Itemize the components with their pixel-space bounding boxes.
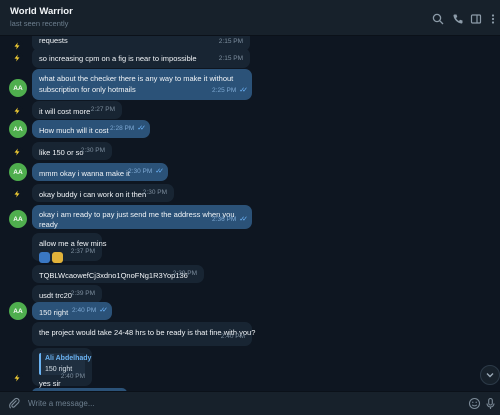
message-bubble[interactable]: 150 right 2:40 PM ✓✓	[32, 302, 112, 320]
message-time: 2:15 PM	[218, 55, 243, 62]
message-time: 2:30 PM	[80, 147, 105, 154]
user-avatar[interactable]: AA	[9, 302, 27, 320]
bolt-icon	[14, 54, 20, 62]
bolt-icon	[14, 374, 20, 382]
message-bubble[interactable]: Ali Abdelhady 150 right yes sir 2:40 PM	[32, 348, 92, 388]
contact-avatar[interactable]	[11, 372, 23, 384]
message-text: what about the checker there is any way …	[39, 74, 234, 94]
message-text: like 150 or so	[39, 148, 84, 157]
chevron-down-icon	[486, 373, 494, 378]
chat-title[interactable]: World Warrior	[10, 6, 73, 17]
contact-avatar[interactable]	[11, 105, 23, 117]
message-text: 150 right	[39, 308, 69, 317]
message-bubble[interactable]: like 150 or so 2:30 PM	[32, 142, 112, 160]
message-bubble[interactable]: usdt trc20 2:39 PM	[32, 285, 102, 303]
contact-avatar[interactable]	[11, 146, 23, 158]
message-text: How much will it cost	[39, 126, 109, 135]
message-time: 2:27 PM	[90, 106, 115, 113]
chat-header: World Warrior last seen recently	[0, 0, 500, 36]
user-avatar[interactable]: AA	[9, 120, 27, 138]
reply-author: Ali Abdelhady	[45, 355, 92, 362]
double-check-icon: ✓✓	[239, 87, 248, 94]
message-time: 2:28 PM ✓✓	[110, 125, 146, 132]
message-time: 2:15 PM	[218, 38, 243, 45]
bolt-icon	[14, 148, 20, 156]
message-bubble[interactable]: what about the checker there is any way …	[32, 69, 252, 100]
double-check-icon: ✓✓	[137, 125, 146, 132]
message-time: 2:36 PM ✓✓	[212, 216, 248, 223]
message-time: 2:30 PM ✓✓	[128, 168, 164, 175]
contact-avatar[interactable]	[11, 188, 23, 200]
search-icon[interactable]	[431, 12, 445, 26]
message-bubble[interactable]: the project would take 24-48 hrs to be r…	[32, 322, 255, 346]
message-time: 2:40 PM ✓✓	[72, 307, 108, 314]
message-time: 2:39 PM	[70, 290, 95, 297]
smile-reaction-icon[interactable]	[52, 251, 63, 263]
message-bubble[interactable]: okay i am ready to pay just send me the …	[32, 205, 252, 229]
more-icon[interactable]	[486, 12, 500, 26]
bolt-icon	[14, 107, 20, 115]
message-bubble[interactable]: okay buddy i can work on it then 2:30 PM	[32, 184, 174, 202]
double-check-icon: ✓✓	[155, 168, 164, 175]
message-input[interactable]: Write a message...	[28, 396, 448, 412]
user-avatar[interactable]: AA	[9, 79, 27, 97]
message-time: 2:40 PM	[220, 333, 245, 340]
phone-icon[interactable]	[451, 12, 465, 26]
mic-icon[interactable]	[484, 397, 497, 410]
user-avatar[interactable]: AA	[9, 163, 27, 181]
message-bubble[interactable]: allow me a few mins 2:37 PM	[32, 233, 107, 263]
message-bubble[interactable]: TQBLWcaowefCj3xdno1QnoFNg1R3Yop136 2:39 …	[32, 265, 204, 283]
message-bubble[interactable]: so increasing cpm on a fig is near to im…	[32, 48, 250, 68]
composer: Write a message...	[0, 391, 500, 415]
message-bubble[interactable]: How much will it cost 2:28 PM ✓✓	[32, 120, 150, 138]
message-time: 2:37 PM	[70, 248, 95, 255]
columns-icon[interactable]	[469, 12, 483, 26]
message-text: mmm okay i wanna make it	[39, 169, 130, 178]
message-time: 2:39 PM	[172, 270, 197, 277]
smile-icon[interactable]	[468, 397, 481, 410]
user-avatar[interactable]: AA	[9, 210, 27, 228]
message-bubble[interactable]: mmm okay i wanna make it 2:30 PM ✓✓	[32, 163, 168, 181]
message-text: requests	[39, 36, 68, 45]
message-time: 2:40 PM	[60, 373, 85, 380]
message-text: usdt trc20	[39, 291, 72, 300]
message-list[interactable]: requests 2:15 PM so increasing cpm on a …	[0, 36, 500, 391]
paperclip-icon[interactable]	[8, 397, 21, 410]
contact-avatar[interactable]	[11, 52, 23, 64]
thumbs-up-icon[interactable]	[39, 251, 50, 263]
scroll-down-button[interactable]	[480, 365, 500, 385]
message-time: 2:25 PM ✓✓	[212, 87, 248, 94]
message-text: it will cost more	[39, 107, 91, 116]
bolt-icon	[14, 190, 20, 198]
bolt-icon	[14, 42, 20, 50]
message-text: so increasing cpm on a fig is near to im…	[39, 54, 197, 63]
message-text: okay buddy i can work on it then	[39, 190, 147, 199]
double-check-icon: ✓✓	[99, 307, 108, 314]
message-text: TQBLWcaowefCj3xdno1QnoFNg1R3Yop136	[39, 271, 188, 280]
message-bubble[interactable]: it will cost more 2:27 PM	[32, 101, 122, 119]
chat-status: last seen recently	[10, 19, 69, 28]
message-time: 2:30 PM	[142, 189, 167, 196]
double-check-icon: ✓✓	[239, 216, 248, 223]
contact-avatar[interactable]	[11, 40, 23, 52]
